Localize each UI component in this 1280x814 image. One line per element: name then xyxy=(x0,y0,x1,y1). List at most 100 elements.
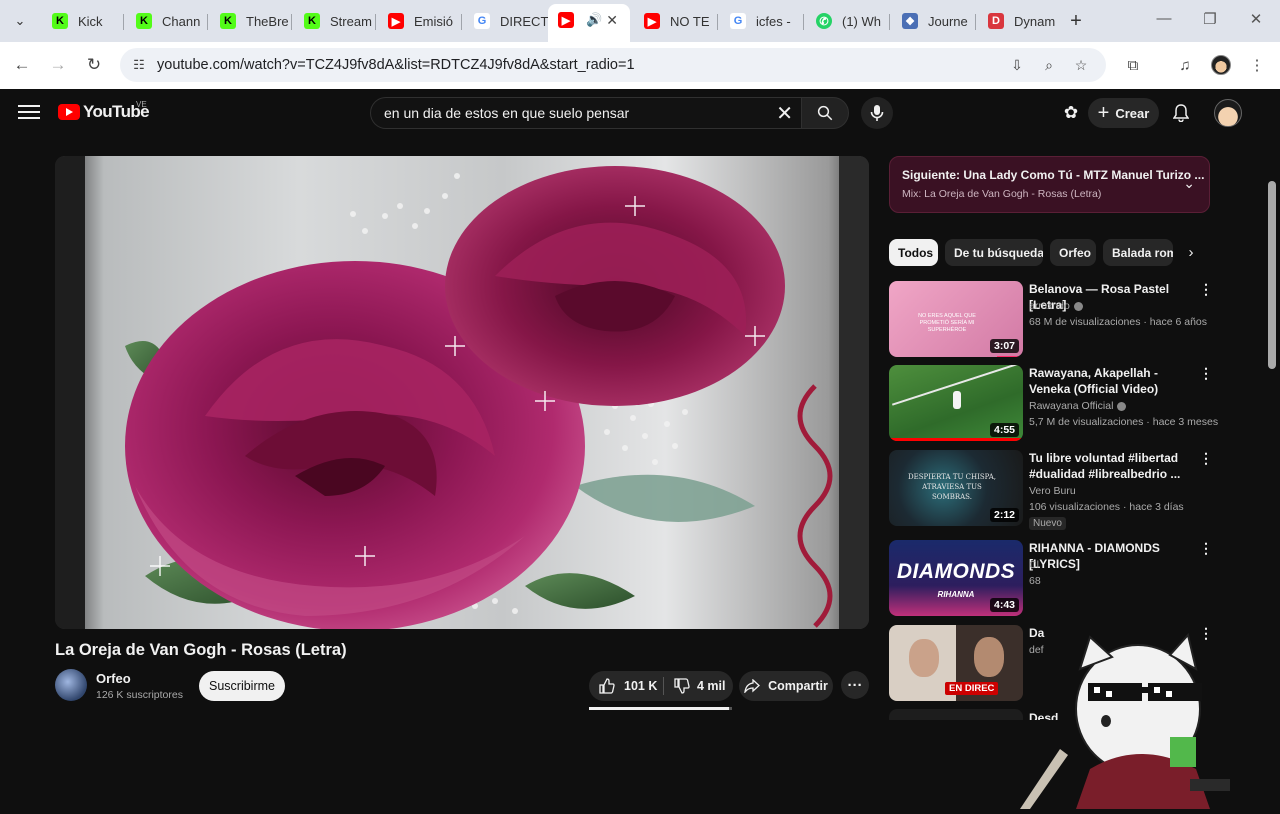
site-info-icon[interactable]: ☷ xyxy=(130,56,148,74)
address-bar[interactable]: ☷ youtube.com/watch?v=TCZ4J9fv8dA&list=R… xyxy=(120,48,1106,82)
bookmark-star-icon[interactable]: ☆ xyxy=(1072,56,1090,74)
search-query[interactable]: en un dia de estos en que suelo pensar xyxy=(384,105,629,121)
youtube-logo-icon xyxy=(58,104,80,120)
tab-label: Chann xyxy=(162,13,201,29)
kick-icon: K xyxy=(220,13,236,29)
more-actions-icon[interactable]: ··· xyxy=(841,671,869,699)
tab-emision[interactable]: ▶ Emisió xyxy=(376,6,462,36)
user-avatar[interactable] xyxy=(1214,99,1242,127)
extensions-icon[interactable]: ⧉ xyxy=(1122,54,1144,76)
tab-label: Emisió xyxy=(414,13,454,29)
page-scrollbar[interactable] xyxy=(1268,181,1276,369)
tab-no-te[interactable]: ▶ NO TE xyxy=(632,6,718,36)
chevron-down-icon[interactable]: ⌄ xyxy=(1183,175,1195,192)
video-thumbnail[interactable]: DIAMONDS RIHANNA 4:43 xyxy=(889,540,1023,616)
hamburger-menu-icon[interactable] xyxy=(18,103,40,121)
dislike-button[interactable]: 4 mil xyxy=(664,671,733,701)
back-button[interactable]: ← xyxy=(10,53,34,77)
chip-de-tu-busqueda[interactable]: De tu búsqueda xyxy=(945,239,1043,266)
recommendation-item[interactable]: DIAMONDS RIHANNA 4:43 RIHANNA - DIAMONDS… xyxy=(889,540,1213,620)
video-title[interactable]: RIHANNA - DIAMONDS [LYRICS] xyxy=(1029,540,1199,572)
tab-kick[interactable]: K Kick xyxy=(40,6,124,36)
video-thumbnail[interactable]: 4:55 xyxy=(889,365,1023,441)
like-button[interactable]: 101 K xyxy=(589,671,663,701)
chip-todos[interactable]: Todos xyxy=(889,239,938,266)
chevron-right-icon[interactable]: › xyxy=(1180,241,1202,263)
tab-thebre[interactable]: K TheBre xyxy=(208,6,292,36)
browser-toolbar: ← → ↻ ☷ youtube.com/watch?v=TCZ4J9fv8dA&… xyxy=(0,42,1280,89)
extension-puzzle-icon[interactable]: ✿ xyxy=(1060,102,1082,124)
install-app-icon[interactable]: ⇩ xyxy=(1008,56,1026,74)
browser-menu-icon[interactable]: ⋮ xyxy=(1246,54,1268,76)
minimize-icon[interactable]: — xyxy=(1154,10,1174,27)
video-meta: 68 xyxy=(1029,575,1041,587)
zoom-icon[interactable]: ⌕ xyxy=(1040,56,1058,74)
channel-name[interactable]: Rawayana Official xyxy=(1029,400,1127,412)
browser-tab-strip: ⌄ K Kick K Chann K TheBre K Stream ▶ Emi… xyxy=(0,0,1280,42)
youtube-icon: ▶ xyxy=(388,13,404,29)
tab-label: NO TE xyxy=(670,13,710,29)
share-button[interactable]: Compartir xyxy=(739,671,833,701)
like-dislike-group: 101 K 4 mil xyxy=(589,671,733,701)
new-badge: Nuevo xyxy=(1029,517,1066,530)
tab-direct[interactable]: G DIRECT xyxy=(462,6,548,36)
close-tab-icon[interactable]: ✕ xyxy=(606,12,618,29)
video-player[interactable] xyxy=(55,156,869,629)
video-title[interactable]: Rawayana, Akapellah - Veneka (Official V… xyxy=(1029,365,1199,397)
video-thumbnail[interactable]: EN DIREC xyxy=(889,625,1023,701)
recommendation-item[interactable]: DESPIERTA TU CHISPA, ATRAVIESA TUS SOMBR… xyxy=(889,450,1213,530)
close-window-icon[interactable]: ✕ xyxy=(1246,10,1266,28)
subscribe-button[interactable]: Suscribirme xyxy=(199,671,285,701)
channel-name[interactable]: Cl xyxy=(1029,559,1039,571)
mix-playlist-panel[interactable]: Siguiente: Una Lady Como Tú - MTZ Manuel… xyxy=(889,156,1210,213)
search-button[interactable] xyxy=(801,97,849,129)
video-thumbnail[interactable] xyxy=(889,709,1023,720)
tab-active-youtube[interactable]: ▶ 🔊 ✕ xyxy=(548,4,630,42)
thumbnail-caption: NO ERES AQUEL QUE PROMETIÓ SERÍA MI SUPE… xyxy=(918,313,976,333)
tab-stream[interactable]: K Stream xyxy=(292,6,376,36)
forward-button[interactable]: → xyxy=(46,53,70,77)
channel-name[interactable]: Vero Buru xyxy=(1029,485,1076,497)
url-text[interactable]: youtube.com/watch?v=TCZ4J9fv8dA&list=RDT… xyxy=(157,57,635,73)
chip-orfeo[interactable]: Orfeo xyxy=(1050,239,1096,266)
tab-search-dropdown[interactable]: ⌄ xyxy=(8,9,32,33)
video-meta: 5,7 M de visualizaciones · hace 3 meses xyxy=(1029,416,1219,428)
tab-journey[interactable]: ❖ Journe xyxy=(890,6,976,36)
create-button[interactable]: + Crear xyxy=(1088,98,1159,128)
profile-icon[interactable] xyxy=(1210,54,1232,76)
tab-icfes[interactable]: G icfes - xyxy=(718,6,804,36)
dislike-count: 4 mil xyxy=(697,679,726,693)
voice-search-button[interactable] xyxy=(861,97,893,129)
verified-icon xyxy=(1117,401,1127,411)
video-thumbnail[interactable]: NO ERES AQUEL QUE PROMETIÓ SERÍA MI SUPE… xyxy=(889,281,1023,357)
clear-search-icon[interactable]: ✕ xyxy=(776,101,793,126)
more-options-icon[interactable]: ⋮ xyxy=(1199,365,1213,382)
video-progress-bar[interactable] xyxy=(589,707,732,710)
channel-name[interactable]: armxndo xyxy=(1029,300,1083,312)
tab-dynamics[interactable]: D Dynam xyxy=(976,6,1060,36)
tab-label: TheBre xyxy=(246,13,289,29)
more-options-icon[interactable]: ⋮ xyxy=(1199,281,1213,298)
more-options-icon[interactable]: ⋮ xyxy=(1199,450,1213,467)
reload-button[interactable]: ↻ xyxy=(82,53,106,77)
more-options-icon[interactable]: ⋮ xyxy=(1199,540,1213,557)
media-controls-icon[interactable]: ♫ xyxy=(1174,54,1196,76)
channel-avatar[interactable] xyxy=(55,669,87,701)
chip-balada-romantica[interactable]: Balada rom xyxy=(1103,239,1173,266)
subscriber-count: 126 K suscriptores xyxy=(96,689,183,701)
kick-icon: K xyxy=(52,13,68,29)
recommendation-item[interactable]: NO ERES AQUEL QUE PROMETIÓ SERÍA MI SUPE… xyxy=(889,281,1213,361)
youtube-logo[interactable]: YouTube VE xyxy=(58,100,150,122)
youtube-icon: ▶ xyxy=(644,13,660,29)
speaker-icon[interactable]: 🔊 xyxy=(586,12,602,28)
video-title[interactable]: Tu libre voluntad #libertad #dualidad #l… xyxy=(1029,450,1199,482)
recommendation-item[interactable]: 4:55 Rawayana, Akapellah - Veneka (Offic… xyxy=(889,365,1218,445)
tab-whatsapp[interactable]: ✆ (1) Wh xyxy=(804,6,890,36)
notifications-bell-icon[interactable] xyxy=(1170,102,1192,124)
tab-channel[interactable]: K Chann xyxy=(124,6,208,36)
new-tab-button[interactable]: + xyxy=(1064,9,1088,33)
channel-name[interactable]: Orfeo xyxy=(96,671,131,686)
restore-icon[interactable]: ❐ xyxy=(1200,10,1220,28)
search-input[interactable]: en un dia de estos en que suelo pensar ✕ xyxy=(370,97,802,129)
video-thumbnail[interactable]: DESPIERTA TU CHISPA, ATRAVIESA TUS SOMBR… xyxy=(889,450,1023,526)
